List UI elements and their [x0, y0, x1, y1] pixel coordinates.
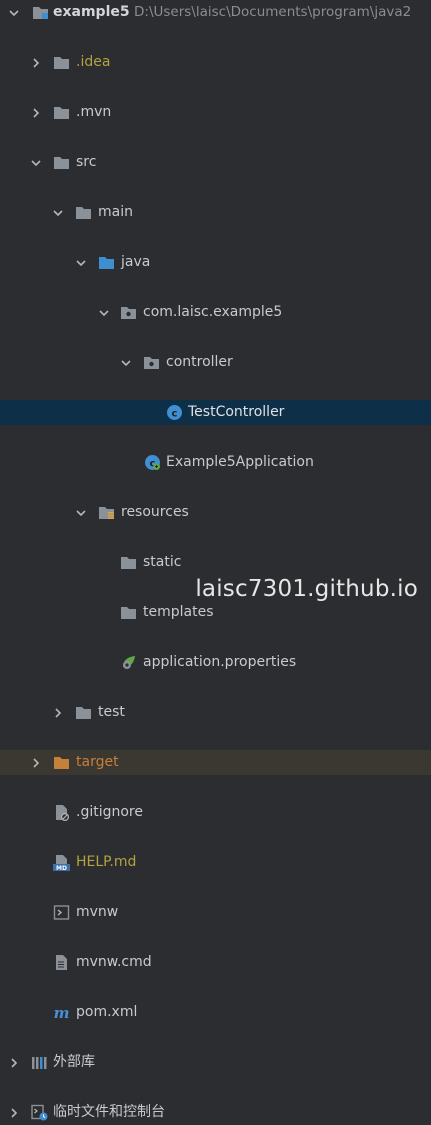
tree-row-pom[interactable]: m pom.xml: [0, 1000, 431, 1025]
tree-row-src[interactable]: src: [0, 150, 431, 175]
spring-boot-class-icon: c: [143, 450, 161, 475]
tree-row-test[interactable]: test: [0, 700, 431, 725]
mvnw-cmd-label: mvnw.cmd: [76, 954, 152, 970]
tree-row-root[interactable]: example5 D:\Users\laisc\Documents\progra…: [0, 0, 431, 25]
folder-icon: [74, 700, 92, 725]
spring-properties-icon: [119, 650, 137, 675]
resources-folder-icon: [97, 500, 115, 525]
tree-row-package[interactable]: com.laisc.example5: [0, 300, 431, 325]
chevron-right-icon[interactable]: [28, 750, 44, 775]
project-tree: example5 D:\Users\laisc\Documents\progra…: [0, 0, 431, 1121]
mvnw-label: mvnw: [76, 904, 119, 920]
tree-row-idea[interactable]: .idea: [0, 50, 431, 75]
pom-label: pom.xml: [76, 1004, 138, 1020]
chevron-down-icon[interactable]: [50, 200, 66, 225]
application-label: Example5Application: [166, 454, 314, 470]
excluded-folder-icon: [52, 750, 70, 775]
folder-icon: [52, 50, 70, 75]
tree-row-app-properties[interactable]: application.properties: [0, 650, 431, 675]
chevron-right-icon[interactable]: [28, 100, 44, 125]
controller-label: controller: [166, 354, 233, 370]
chevron-down-icon[interactable]: [6, 0, 22, 25]
folder-icon: [52, 150, 70, 175]
tree-row-static[interactable]: static: [0, 550, 431, 575]
markdown-file-icon: MD: [52, 850, 70, 875]
tree-row-java[interactable]: java: [0, 250, 431, 275]
tree-row-main[interactable]: main: [0, 200, 431, 225]
chevron-down-icon[interactable]: [28, 150, 44, 175]
root-label: example5: [53, 4, 130, 20]
chevron-down-icon[interactable]: [73, 500, 89, 525]
external-libs-label: 外部库: [53, 1054, 95, 1070]
tree-row-scratches[interactable]: 临时文件和控制台: [0, 1100, 431, 1125]
app-properties-label: application.properties: [143, 654, 297, 670]
main-label: main: [98, 204, 133, 220]
tree-row-controller[interactable]: controller: [0, 350, 431, 375]
chevron-right-icon[interactable]: [28, 50, 44, 75]
class-icon: c: [165, 400, 183, 425]
templates-label: templates: [143, 604, 214, 620]
src-label: src: [76, 154, 97, 170]
ignore-file-icon: [52, 800, 70, 825]
java-label: java: [121, 254, 151, 270]
text-file-icon: [52, 950, 70, 975]
module-folder-icon: [31, 0, 49, 25]
chevron-right-icon[interactable]: [6, 1050, 22, 1075]
shell-script-icon: [52, 900, 70, 925]
svg-text:MD: MD: [56, 865, 67, 871]
static-label: static: [143, 554, 182, 570]
chevron-right-icon[interactable]: [6, 1100, 22, 1125]
target-label: target: [76, 754, 119, 770]
test-label: test: [98, 704, 125, 720]
root-path: D:\Users\laisc\Documents\program\java2: [134, 4, 412, 20]
tree-row-help[interactable]: MD HELP.md: [0, 850, 431, 875]
folder-icon: [74, 200, 92, 225]
folder-icon: [119, 600, 137, 625]
scratches-icon: [30, 1100, 48, 1125]
tree-row-gitignore[interactable]: .gitignore: [0, 800, 431, 825]
chevron-right-icon[interactable]: [50, 700, 66, 725]
mvn-label: .mvn: [76, 104, 112, 120]
tree-row-mvnw[interactable]: mvnw: [0, 900, 431, 925]
package-icon: [119, 300, 137, 325]
tree-row-application[interactable]: c Example5Application: [0, 450, 431, 475]
package-label: com.laisc.example5: [143, 304, 283, 320]
library-icon: [30, 1050, 48, 1075]
tree-row-mvnw-cmd[interactable]: mvnw.cmd: [0, 950, 431, 975]
chevron-down-icon[interactable]: [73, 250, 89, 275]
tree-row-test-controller[interactable]: c TestController: [0, 400, 431, 425]
tree-row-mvn[interactable]: .mvn: [0, 100, 431, 125]
chevron-down-icon[interactable]: [96, 300, 112, 325]
help-label: HELP.md: [76, 854, 137, 870]
package-icon: [142, 350, 160, 375]
chevron-down-icon[interactable]: [118, 350, 134, 375]
idea-label: .idea: [76, 54, 111, 70]
svg-text:m: m: [53, 1004, 69, 1021]
folder-icon: [119, 550, 137, 575]
maven-icon: m: [52, 1000, 70, 1025]
svg-text:c: c: [171, 408, 177, 419]
gitignore-label: .gitignore: [76, 804, 143, 820]
tree-row-resources[interactable]: resources: [0, 500, 431, 525]
tree-row-external-libs[interactable]: 外部库: [0, 1050, 431, 1075]
scratches-label: 临时文件和控制台: [53, 1104, 165, 1120]
source-folder-icon: [97, 250, 115, 275]
folder-icon: [52, 100, 70, 125]
test-controller-label: TestController: [188, 404, 285, 420]
watermark-text: laisc7301.github.io: [195, 576, 418, 602]
resources-label: resources: [121, 504, 189, 520]
tree-row-target[interactable]: target: [0, 750, 431, 775]
tree-row-templates[interactable]: templates: [0, 600, 431, 625]
